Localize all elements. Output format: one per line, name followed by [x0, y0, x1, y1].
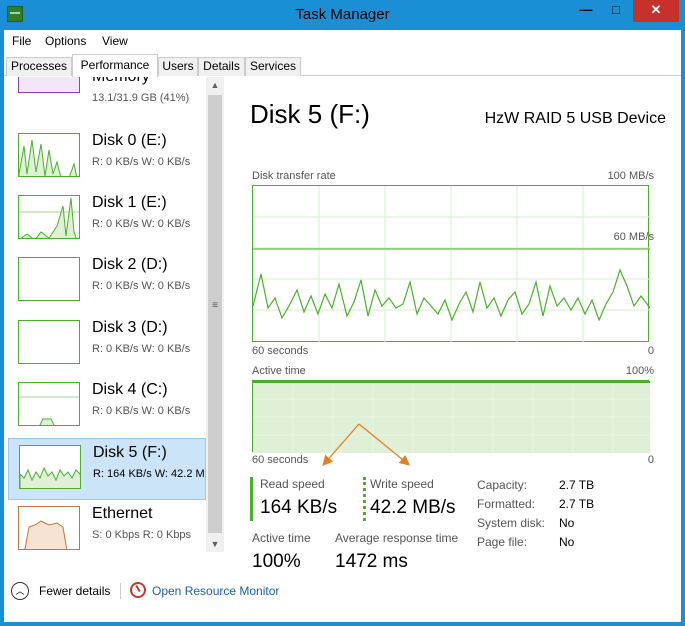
tab-details[interactable]: Details	[198, 57, 245, 76]
list-item-name: Disk 5 (F:)	[93, 444, 167, 461]
active-time-plot	[253, 381, 650, 453]
formatted-value: 2.7 TB	[559, 497, 595, 511]
footer: ︿ Fewer details Open Resource Monitor	[4, 575, 681, 617]
list-item-name: Disk 0 (E:)	[92, 132, 167, 149]
tab-strip: Processes Performance Users Details Serv…	[4, 54, 681, 77]
arrow-to-write-speed	[358, 423, 411, 466]
active-time-graph	[252, 380, 650, 453]
active-graph-min: 0	[647, 454, 654, 466]
open-resource-monitor-link[interactable]: Open Resource Monitor	[152, 584, 279, 598]
list-item-detail: R: 0 KB/s W: 0 KB/s	[92, 405, 191, 417]
read-speed-label: Read speed	[260, 477, 325, 491]
disk-4-thumbnail	[18, 382, 80, 426]
read-speed-indicator	[250, 477, 253, 521]
list-scrollbar[interactable]: ▲ ≡ ▼	[206, 77, 224, 552]
list-item-name: Disk 3 (D:)	[92, 319, 168, 336]
write-speed-indicator	[363, 477, 366, 521]
capacity-label: Capacity:	[477, 478, 528, 492]
resource-list: Memory 13.1/31.9 GB (41%) Disk 0 (E:) R:…	[4, 77, 226, 572]
maximize-button[interactable]: □	[602, 0, 630, 22]
list-item-detail: R: 164 KB/s W: 42.2 M	[93, 468, 205, 480]
transfer-rate-plot	[253, 186, 650, 343]
chevron-up-icon[interactable]: ︿	[11, 582, 29, 600]
list-item-detail: R: 0 KB/s W: 0 KB/s	[92, 218, 191, 230]
menu-file[interactable]: File	[12, 34, 31, 48]
ethernet-thumbnail	[18, 506, 80, 550]
disk-title: Disk 5 (F:)	[250, 99, 370, 129]
close-button[interactable]: ✕	[633, 0, 679, 22]
active-graph-max: 100%	[625, 365, 654, 377]
list-item-disk-0[interactable]: Disk 0 (E:) R: 0 KB/s W: 0 KB/s	[8, 127, 206, 189]
list-item-disk-3[interactable]: Disk 3 (D:) R: 0 KB/s W: 0 KB/s	[8, 314, 206, 376]
active-graph-label: Active time	[252, 365, 306, 377]
list-item-disk-1[interactable]: Disk 1 (E:) R: 0 KB/s W: 0 KB/s	[8, 189, 206, 251]
tab-services[interactable]: Services	[245, 57, 301, 76]
list-item-name: Ethernet	[92, 505, 153, 522]
list-item-detail: R: 0 KB/s W: 0 KB/s	[92, 343, 191, 355]
detail-pane: Disk 5 (F:) HzW RAID 5 USB Device Disk t…	[236, 77, 676, 572]
disk-1-thumbnail	[18, 195, 80, 239]
capacity-value: 2.7 TB	[559, 478, 595, 492]
resource-monitor-icon	[130, 582, 146, 598]
transfer-graph-mid: 60 MB/s	[613, 231, 654, 243]
fewer-details-button[interactable]: Fewer details	[39, 584, 110, 598]
active-time-label: Active time	[252, 531, 311, 545]
menu-options[interactable]: Options	[45, 34, 86, 48]
system-disk-value: No	[559, 516, 575, 530]
write-speed-value: 42.2 MB/s	[370, 497, 456, 518]
list-item-ethernet[interactable]: Ethernet S: 0 Kbps R: 0 Kbps	[8, 500, 206, 562]
list-item-detail: S: 0 Kbps R: 0 Kbps	[92, 529, 192, 541]
list-item-name: Disk 1 (E:)	[92, 194, 167, 211]
list-item-disk-4[interactable]: Disk 4 (C:) R: 0 KB/s W: 0 KB/s	[8, 376, 206, 438]
active-time-value: 100%	[252, 551, 301, 572]
transfer-graph-time: 60 seconds	[252, 345, 309, 357]
disk-5-thumbnail	[19, 445, 81, 489]
list-item-detail: R: 0 KB/s W: 0 KB/s	[92, 156, 191, 168]
active-graph-time: 60 seconds	[252, 454, 309, 466]
window-frame: Task Manager — □ ✕ File Options View Pro…	[0, 0, 685, 626]
menu-bar: File Options View	[4, 30, 681, 52]
list-item-disk-5[interactable]: Disk 5 (F:) R: 164 KB/s W: 42.2 M	[8, 438, 206, 500]
scroll-up-icon[interactable]: ▲	[206, 77, 224, 93]
page-file-label: Page file:	[477, 535, 528, 549]
annotation-arrows	[322, 423, 411, 466]
tab-performance[interactable]: Performance	[72, 54, 158, 77]
scroll-thumb[interactable]: ≡	[208, 95, 222, 533]
title-bar[interactable]: Task Manager — □ ✕	[0, 0, 685, 30]
device-name: HzW RAID 5 USB Device	[484, 110, 666, 127]
list-item-name: Disk 2 (D:)	[92, 256, 168, 273]
list-item-disk-2[interactable]: Disk 2 (D:) R: 0 KB/s W: 0 KB/s	[8, 251, 206, 313]
menu-view[interactable]: View	[102, 34, 128, 48]
list-item-detail: R: 0 KB/s W: 0 KB/s	[92, 280, 191, 292]
client-area: File Options View Processes Performance …	[4, 30, 681, 622]
list-item-detail: 13.1/31.9 GB (41%)	[92, 92, 190, 104]
disk-3-thumbnail	[18, 320, 80, 364]
scroll-down-icon[interactable]: ▼	[206, 536, 224, 552]
disk-0-thumbnail	[18, 133, 80, 177]
transfer-rate-graph	[252, 185, 650, 343]
grip-icon: ≡	[212, 300, 218, 311]
tab-users[interactable]: Users	[158, 57, 198, 76]
write-speed-label: Write speed	[370, 477, 434, 491]
disk-2-thumbnail	[18, 257, 80, 301]
page-file-value: No	[559, 535, 575, 549]
transfer-graph-min: 0	[647, 345, 654, 357]
transfer-graph-max: 100 MB/s	[607, 170, 654, 182]
response-time-value: 1472 ms	[335, 551, 408, 572]
arrow-to-read-speed	[322, 423, 360, 466]
system-disk-label: System disk:	[477, 516, 546, 530]
minimize-button[interactable]: —	[572, 0, 600, 22]
list-item-name: Memory	[92, 77, 150, 86]
formatted-label: Formatted:	[477, 497, 536, 511]
transfer-graph-label: Disk transfer rate	[252, 170, 336, 182]
read-speed-value: 164 KB/s	[260, 497, 338, 518]
footer-divider	[120, 583, 121, 599]
list-item-name: Disk 4 (C:)	[92, 381, 168, 398]
memory-thumbnail	[18, 77, 80, 93]
list-item-memory[interactable]: Memory 13.1/31.9 GB (41%)	[8, 77, 206, 125]
response-time-label: Average response time	[335, 531, 459, 545]
tab-processes[interactable]: Processes	[6, 57, 72, 76]
